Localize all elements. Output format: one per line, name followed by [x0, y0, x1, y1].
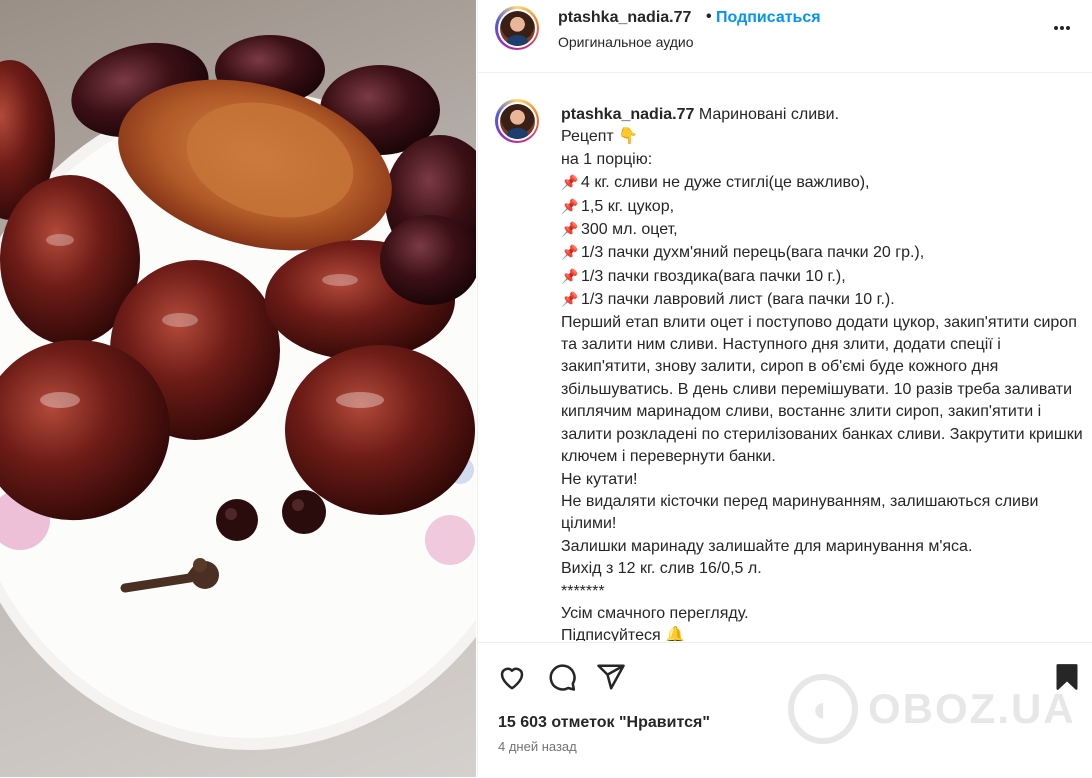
- pin-icon: 📌: [561, 244, 579, 261]
- avatar-image: [499, 103, 535, 139]
- post-header: ptashka_nadia.77 • Подписаться Оригиналь…: [478, 0, 1092, 73]
- follow-button[interactable]: Подписаться: [716, 9, 821, 27]
- instructions-text: Перший етап влити оцет і поступово додат…: [561, 313, 1083, 466]
- post-footer: ◐ OBOZ.UA 15 603 отметок "Нравится" 4 дн…: [478, 642, 1092, 778]
- no-wrap-text: Не кутати!: [561, 470, 638, 488]
- pointing-down-icon: 👇: [618, 128, 639, 146]
- plums-photo: [0, 35, 476, 750]
- enjoy-text: Усім смачного перегляду.: [561, 604, 749, 622]
- pin-icon: 📌: [561, 267, 579, 284]
- subscribe-text: Підписуйтеся: [561, 627, 661, 641]
- bell-icon: 🔔: [665, 627, 686, 641]
- comment-icon[interactable]: [547, 662, 577, 697]
- caption-title: Мариновані сливи.: [698, 106, 840, 123]
- caption-username[interactable]: ptashka_nadia.77: [561, 106, 694, 123]
- pin-icon: 📌: [561, 197, 579, 214]
- caption-area[interactable]: ptashka_nadia.77 Мариновані сливи. Рецеп…: [478, 73, 1092, 641]
- header-username[interactable]: ptashka_nadia.77: [558, 9, 691, 27]
- post-media[interactable]: [0, 0, 476, 777]
- pits-text: Не видаляти кісточки перед маринуванням,…: [561, 492, 1039, 533]
- watermark-text: OBOZ.UA: [868, 685, 1076, 732]
- pin-icon: 📌: [561, 221, 579, 238]
- oboz-watermark: ◐ OBOZ.UA: [788, 669, 1088, 749]
- pin-icon: 📌: [561, 291, 579, 308]
- audio-label[interactable]: Оригинальное аудио: [558, 34, 694, 50]
- portion-text: на 1 порцію:: [561, 150, 653, 168]
- ingredient-item: 1/3 пачки духм'яний перець(вага пачки 20…: [581, 244, 925, 262]
- avatar[interactable]: [495, 6, 539, 50]
- stars-text: *******: [561, 582, 605, 600]
- post-panel: ptashka_nadia.77 • Подписаться Оригиналь…: [477, 0, 1092, 777]
- ingredient-item: 1,5 кг. цукор,: [581, 197, 675, 215]
- bookmark-icon[interactable]: [1053, 662, 1081, 697]
- ingredient-item: 4 кг. сливи не дуже стиглі(це важливо),: [581, 174, 870, 192]
- recipe-label: Рецепт: [561, 128, 614, 146]
- leftover-text: Залишки маринаду залишайте для маринуван…: [561, 537, 973, 555]
- ingredient-item: 1/3 пачки лавровий лист (вага пачки 10 г…: [581, 291, 895, 309]
- oboz-logo-icon: ◐: [788, 674, 858, 744]
- heart-icon[interactable]: [497, 662, 527, 697]
- more-icon[interactable]: [1050, 12, 1074, 42]
- caption-avatar[interactable]: [495, 99, 539, 143]
- share-icon[interactable]: [596, 662, 626, 697]
- likes-count[interactable]: 15 603 отметок "Нравится": [498, 714, 710, 732]
- ingredient-item: 1/3 пачки гвоздика(вага пачки 10 г.),: [581, 267, 846, 285]
- separator-dot: •: [706, 8, 712, 25]
- yield-text: Вихід з 12 кг. слив 16/0,5 л.: [561, 560, 762, 578]
- avatar-image: [499, 10, 535, 46]
- ingredient-item: 300 мл. оцет,: [581, 221, 678, 239]
- pin-icon: 📌: [561, 174, 579, 191]
- caption-text: ptashka_nadia.77 Мариновані сливи. Рецеп…: [561, 104, 1086, 641]
- post-time[interactable]: 4 дней назад: [498, 739, 577, 754]
